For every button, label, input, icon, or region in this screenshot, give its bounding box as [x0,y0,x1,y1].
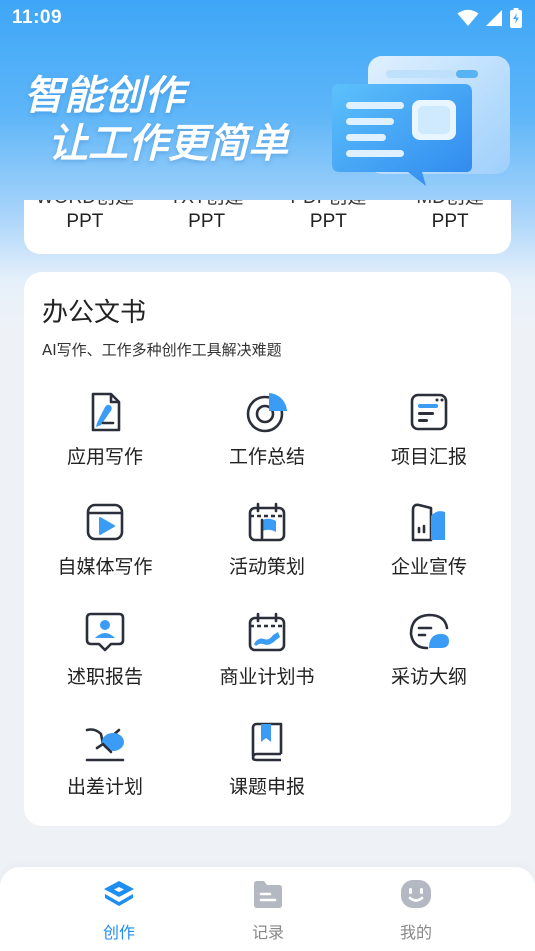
wifi-icon [457,9,479,26]
person-badge-icon [85,612,125,652]
tool-applied-writing[interactable]: 应用写作 [24,384,186,484]
pen-document-icon [91,392,121,432]
word-create-ppt-option[interactable]: WORD创建 PPT [24,200,146,234]
option-label: PPT [309,211,347,232]
status-icons [457,8,523,28]
hero-title-line2: 让工作更简单 [48,121,288,167]
section-subtitle: AI写作、工作多种创作工具解决难题 [42,341,282,359]
building-icon [411,503,445,542]
tool-label: 述职报告 [66,666,143,688]
tool-label: 工作总结 [228,446,305,468]
option-partial-label: MD创建 [389,200,511,210]
option-label: PPT [188,211,226,232]
nav-label: 记录 [251,923,284,942]
tool-interview-outline[interactable]: 采访大纲 [348,604,510,704]
hero-title-line1: 智能创作 [24,73,184,119]
hero-title: 智能创作 让工作更简单 [24,72,288,168]
chat-bubbles-icon [409,613,449,650]
nav-tab-records[interactable]: 记录 [218,877,318,943]
tool-event-planning[interactable]: 活动策划 [186,494,348,594]
option-label: PPT [431,211,469,232]
import-options-card: WORD创建 PPT TXT创建 PPT PDF创建 PPT MD创建 PPT [24,200,511,254]
calendar-flag-icon [248,502,286,542]
tool-label: 应用写作 [66,446,143,468]
calendar-trend-icon [248,612,286,652]
tool-business-trip-plan[interactable]: 出差计划 [24,714,186,814]
nav-tab-create[interactable]: 创作 [69,877,169,943]
battery-icon [510,8,522,28]
option-partial-label: WORD创建 [24,200,146,210]
option-label: PPT [66,211,104,232]
tool-label: 活动策划 [228,556,305,578]
airplane-icon [85,728,125,762]
option-partial-label: TXT创建 [146,200,268,210]
signal-icon [486,10,502,26]
layers-icon [104,881,134,906]
pie-chart-icon [246,393,287,433]
tool-corporate-promotion[interactable]: 企业宣传 [348,494,510,594]
nav-tab-mine[interactable]: 我的 [366,877,466,943]
video-play-icon [86,503,124,541]
status-time: 11:09 [12,7,63,28]
tool-label: 出差计划 [66,776,143,798]
tool-label: 商业计划书 [219,666,315,688]
bottom-navigation: 创作 记录 我的 [0,867,535,951]
tool-label: 自媒体写作 [57,556,153,578]
txt-create-ppt-option[interactable]: TXT创建 PPT [146,200,268,234]
office-documents-card: 办公文书 AI写作、工作多种创作工具解决难题 应用写作 工作总结 项目汇报 自媒… [24,272,511,826]
document-illustration-icon [332,56,510,186]
bookmark-book-icon [251,722,283,762]
tool-label: 采访大纲 [390,666,467,688]
status-bar: 11:09 [0,0,535,36]
smiley-icon [401,880,431,908]
report-card-icon [410,393,448,431]
tool-work-summary[interactable]: 工作总结 [186,384,348,484]
tool-self-media-writing[interactable]: 自媒体写作 [24,494,186,594]
tool-work-report[interactable]: 述职报告 [24,604,186,704]
nav-label: 创作 [102,923,135,942]
tool-label: 企业宣传 [390,556,467,578]
pdf-create-ppt-option[interactable]: PDF创建 PPT [268,200,390,234]
option-partial-label: PDF创建 [268,200,390,210]
tool-label: 项目汇报 [390,446,467,468]
md-create-ppt-option[interactable]: MD创建 PPT [389,200,511,234]
tool-project-report[interactable]: 项目汇报 [348,384,510,484]
section-title: 办公文书 [42,298,147,328]
folder-icon [254,881,282,908]
tool-project-application[interactable]: 课题申报 [186,714,348,814]
nav-label: 我的 [399,923,432,942]
tool-business-plan[interactable]: 商业计划书 [186,604,348,704]
tool-label: 课题申报 [228,776,305,798]
